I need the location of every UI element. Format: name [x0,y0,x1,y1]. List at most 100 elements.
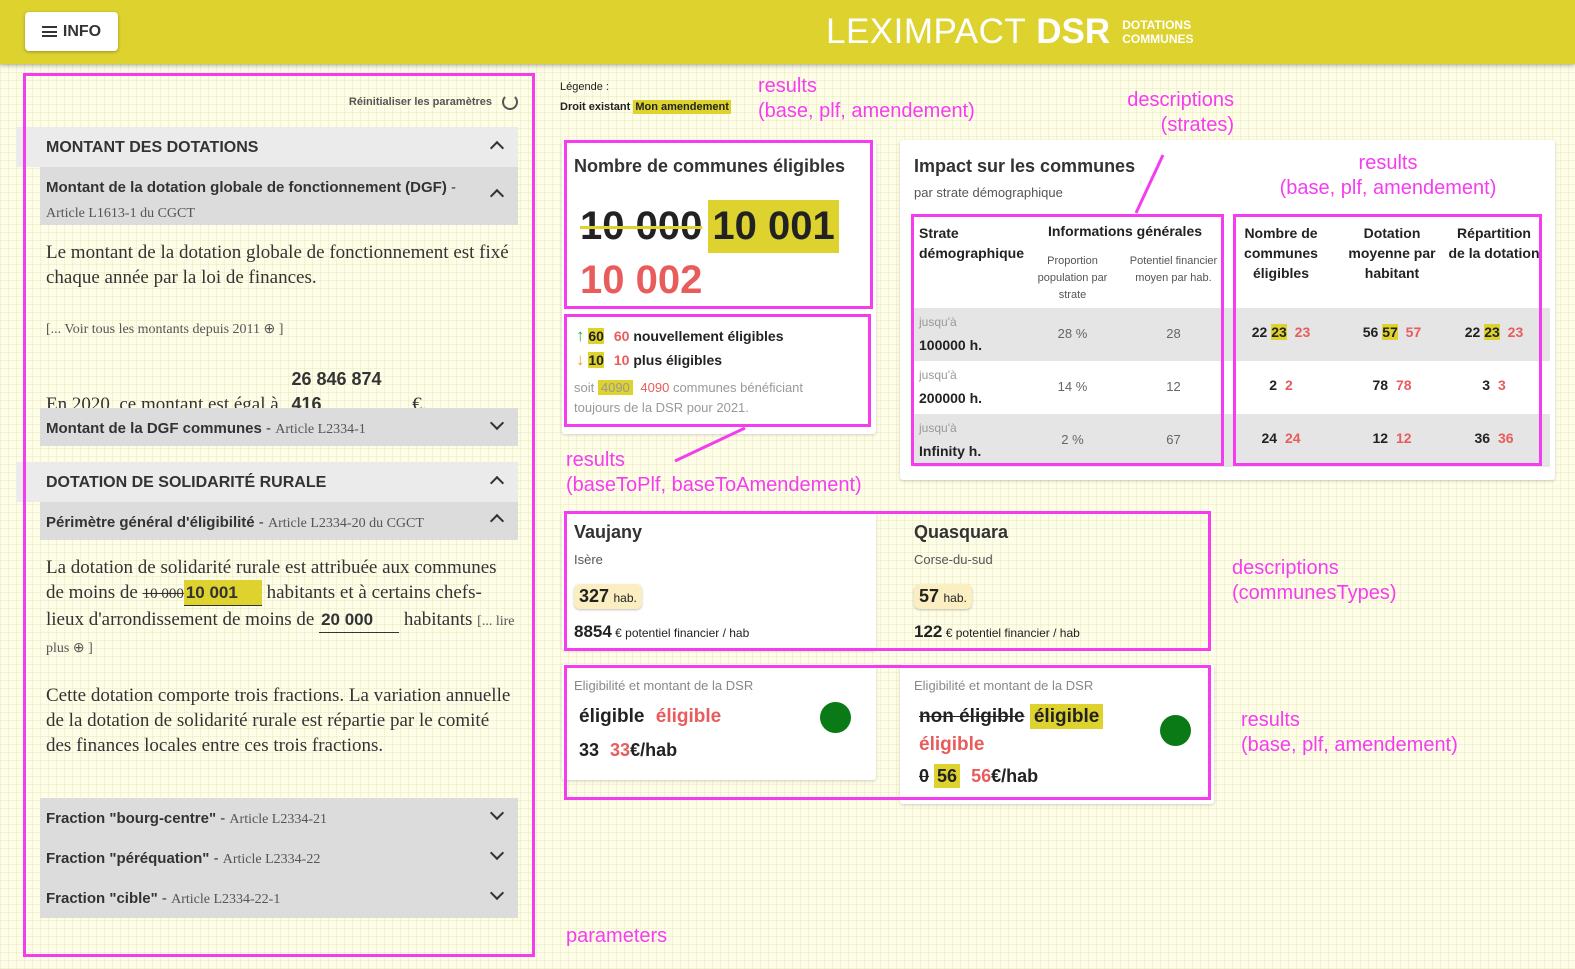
annotation-label-line1: results [1241,709,1300,731]
amount-base: 33 [579,740,600,760]
brand-sub-2: COMMUNES [1122,32,1194,46]
table-row: jusqu'à 200000 h. 14 % 12 2 2 78 78 3 3 [914,361,1550,414]
annotation-label-line1: descriptions [1127,89,1234,111]
commune-dept: Corse-du-sud [914,552,993,567]
commune-name: Quasquara [914,522,1009,542]
col-pot-header: Potentiel financier moyen par hab. [1129,255,1218,284]
app-header: INFO LEXIMPACT DSR DOTATIONS COMMUNES [0,0,1575,64]
new-eligible-row: ↑ 60 60 nouvellement éligibles [576,326,783,346]
subsection-perimetre[interactable]: Périmètre général d'éligibilité - Articl… [40,502,518,540]
eligible-plf: 10 002 [580,258,703,302]
lost-eligible-amend: 10 [588,352,604,368]
strate-prop: 2 % [1061,432,1084,447]
eligibility-card-quasquara: Eligibilité et montant de la DSR non éli… [900,664,1214,804]
nb-plf: 23 [1294,324,1311,340]
new-eligible-amend: 60 [588,328,604,344]
strate-upto: jusqu'à [919,368,957,382]
eligible-base: 10 000 [580,203,703,248]
info-button-label: INFO [62,22,102,40]
perimetre-threshold-input[interactable]: 10 001 [183,580,262,606]
annotation-label-line2: (base, plf, amendement) [1279,177,1497,199]
eligibility-base: éligible [579,706,645,727]
fraction-title: Fraction "péréquation" [46,850,210,867]
arrow-down-icon: ↓ [576,350,585,369]
subsection-fraction-perequation[interactable]: Fraction "péréquation" - Article L2334-2… [40,838,518,878]
col-nb-header: Nombre de communes éligibles [1244,225,1318,281]
col-rep-header: Répartition de la dotation [1448,225,1540,261]
eligible-status-dot [820,702,851,733]
dot-plf: 57 [1405,324,1422,340]
annotation-label-descriptions-strates: descriptions (strates) [1116,88,1234,138]
reset-parameters-button[interactable]: Réinitialiser les paramètres [349,94,518,110]
brand-subtitle: DOTATIONS COMMUNES [1122,18,1193,46]
commune-pot: 122 [914,622,943,641]
annotation-label-line1: descriptions [1232,557,1339,579]
dot-plf: 78 [1395,377,1412,393]
subsection-dgf-communes[interactable]: Montant de la DGF communes - Article L23… [40,408,518,446]
annotation-label-descriptions-types: descriptions (communesTypes) [1232,556,1397,606]
annotation-label-line2: (strates) [1160,114,1234,136]
table-row: jusqu'à 100000 h. 28 % 28 22 23 23 56 57… [914,308,1550,361]
commune-card-vaujany: Vaujany Isère 327 hab. 8854 € potentiel … [562,512,876,650]
eligible-amend: 10 001 [708,199,839,253]
fraction-title: Fraction "bourg-centre" [46,810,217,827]
reset-label: Réinitialiser les paramètres [348,96,492,108]
rep-base: 36 [1474,430,1491,446]
impact-title: Impact sur les communes [914,156,1136,176]
still-eligible-label-2: toujours de la DSR pour 2021. [574,400,749,415]
perimetre-description: La dotation de solidarité rurale est att… [46,555,518,661]
nb-base: 22 [1251,324,1268,340]
info-button[interactable]: INFO [25,12,118,51]
chef-lieu-threshold-input[interactable]: 20 000 [319,607,400,633]
annotation-label-line1: results [1358,152,1418,174]
perimetre-article: Article L2334-20 du CGCT [267,516,424,531]
legend-title: Légende : [560,81,609,93]
fraction-title: Fraction "cible" [46,890,158,907]
eligibility-base: non éligible [919,706,1025,727]
dgf-all-amounts-link[interactable]: [... Voir tous les montants depuis 2011 … [46,321,283,338]
subsection-fraction-bourg-centre[interactable]: Fraction "bourg-centre" - Article L2334-… [40,798,518,838]
section-dsr[interactable]: DOTATION DE SOLIDARITÉ RURALE [16,462,518,502]
amount-unit: €/hab [630,740,678,760]
strate-prop: 28 % [1057,326,1088,341]
still-eligible-row: soit 4090 4090 communes bénéficiant touj… [574,378,803,418]
commune-pop-badge: 327 hab. [574,584,642,609]
section-montant-dotations[interactable]: MONTANT DES DOTATIONS [16,127,518,167]
nb-plf: 2 [1284,377,1293,393]
commune-pot-label: € potentiel financier / hab [945,626,1080,640]
commune-card-quasquara: Quasquara Corse-du-sud 57 hab. 122 € pot… [900,512,1210,650]
chevron-down-icon [489,415,505,431]
strate-pot: 67 [1166,432,1181,447]
chevron-up-icon [489,475,505,491]
dgf-title: Montant de la dotation globale de foncti… [46,179,447,196]
chevron-down-icon [489,845,505,861]
annotation-label-parameters: parameters [566,925,668,947]
lost-eligible-plf: 10 [613,352,630,368]
eligibility-title: Eligibilité et montant de la DSR [914,678,1094,693]
annotation-label-line1: results [566,449,625,471]
still-eligible-plf: 4090 [640,380,670,395]
commune-dept: Isère [574,552,603,567]
subsection-fraction-cible[interactable]: Fraction "cible" - Article L2334-22-1 [40,878,518,918]
brand-sub-1: DOTATIONS [1122,18,1192,32]
eligibility-card-vaujany: Eligibilité et montant de la DSR éligibl… [562,664,876,780]
eligibility-amend: éligible [1029,704,1104,729]
dot-amend: 57 [1382,324,1398,340]
commune-pop: 57 [919,586,940,606]
table-row: jusqu'à Infinity h. 2 % 67 24 24 12 12 3… [914,414,1550,467]
perimetre-title: Périmètre général d'éligibilité [46,514,255,531]
soit-label: soit [574,380,595,395]
col-dot-header: Dotation moyenne par habitant [1348,225,1436,281]
brand-logo: LEXIMPACT DSR DOTATIONS COMMUNES [826,10,1194,54]
dgf-communes-article: Article L2334-1 [275,422,366,437]
strate-pot: 12 [1166,379,1181,394]
legend-amendment: Mon amendement [633,100,731,114]
rep-base: 22 [1464,324,1481,340]
commune-pop-badge: 57 hab. [914,584,972,609]
annotation-label-line1: results [758,75,817,97]
annotation-label-line2: (baseToPlf, baseToAmendement) [566,474,862,496]
parameters-panel: Réinitialiser les paramètres MONTANT DES… [16,72,532,956]
subsection-dgf[interactable]: Montant de la dotation globale de foncti… [40,167,518,225]
strate-pot: 28 [1166,326,1181,341]
commune-pop-unit: hab. [613,591,637,605]
